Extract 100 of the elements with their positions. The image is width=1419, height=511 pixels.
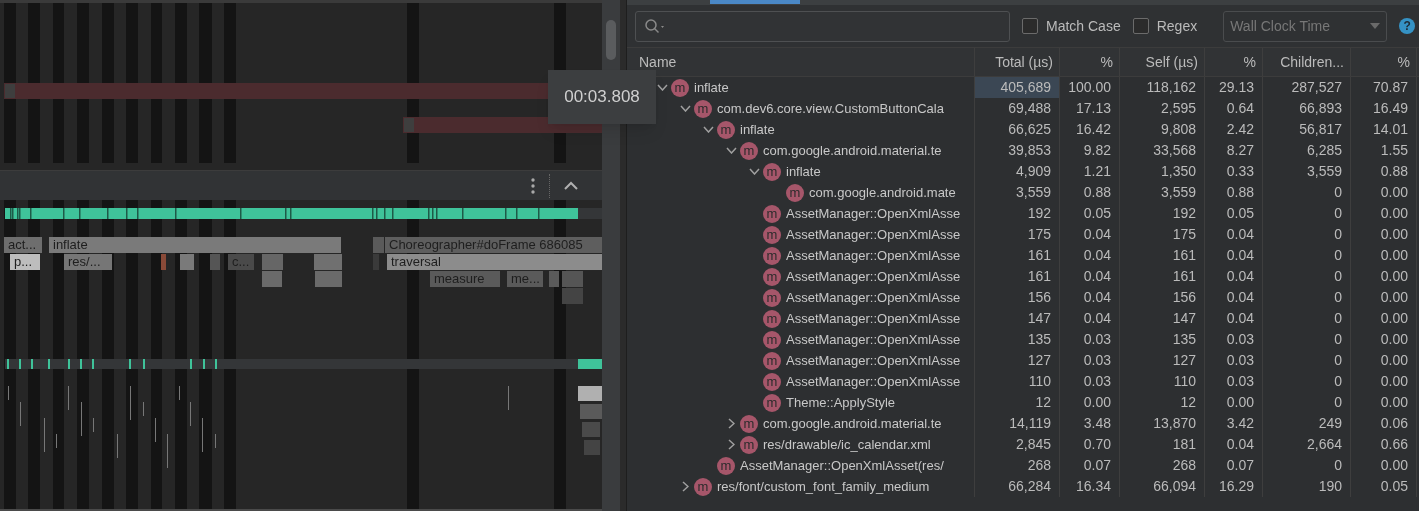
method-name: Theme::ApplyStyle — [786, 394, 896, 412]
table-cell: 0.00 — [1351, 245, 1417, 266]
table-cell: 249 — [1263, 413, 1351, 434]
table-cell: 192 — [1120, 203, 1205, 224]
table-cell: 0.05 — [1060, 203, 1120, 224]
table-cell: 287,527 — [1263, 77, 1351, 98]
method-icon: m — [763, 162, 781, 181]
table-cell: 0 — [1263, 392, 1351, 413]
method-icon: m — [763, 246, 781, 265]
table-cell: 0.05 — [1205, 203, 1263, 224]
table-cell: 16.29 — [1205, 476, 1263, 497]
table-cell: 2,664 — [1263, 434, 1351, 455]
method-icon: m — [763, 288, 781, 307]
table-cell: 147 — [1120, 308, 1205, 329]
table-cell: 175 — [1120, 224, 1205, 245]
method-name: com.google.android.material.te — [763, 415, 942, 433]
table-cell: 156 — [975, 287, 1060, 308]
table-cell: 0 — [1263, 350, 1351, 371]
method-name: AssetManager::OpenXmlAsse — [786, 268, 961, 286]
method-icon: m — [786, 183, 804, 202]
method-icon: m — [671, 78, 689, 97]
method-name: AssetManager::OpenXmlAsse — [786, 226, 961, 244]
table-cell: 3.48 — [1060, 413, 1120, 434]
method-name: com.google.android.material.te — [763, 142, 942, 160]
table-cell: 33,568 — [1120, 140, 1205, 161]
trace-slice[interactable]: inflate — [49, 237, 341, 253]
method-name: com.dev6.core.view.CustomButtonCala — [717, 100, 944, 118]
table-cell: 2,845 — [975, 434, 1060, 455]
table-cell: 0.04 — [1205, 224, 1263, 245]
table-cell: 0.03 — [1060, 329, 1120, 350]
trace-slice[interactable]: traversal — [387, 254, 602, 270]
trace-slice[interactable]: Choreographer#doFrame 686085 — [385, 237, 602, 253]
table-cell: 100.00 — [1060, 77, 1120, 98]
method-icon: m — [763, 372, 781, 391]
table-cell: 0.00 — [1351, 308, 1417, 329]
method-name: AssetManager::OpenXmlAsse — [786, 310, 961, 328]
trace-slice[interactable]: p... — [10, 254, 40, 270]
method-icon: m — [694, 99, 712, 118]
table-cell: 135 — [1120, 329, 1205, 350]
table-cell: 161 — [975, 266, 1060, 287]
method-name: AssetManager::OpenXmlAsse — [786, 331, 961, 349]
column-header[interactable]: Total (µs) — [975, 48, 1060, 76]
method-name: AssetManager::OpenXmlAsse — [786, 247, 961, 265]
table-cell: 3,559 — [1120, 182, 1205, 203]
table-cell: 0 — [1263, 224, 1351, 245]
help-button[interactable]: ? — [1399, 18, 1416, 34]
table-cell: 156 — [1120, 287, 1205, 308]
table-cell: 0.03 — [1205, 350, 1263, 371]
table-cell: 66,284 — [975, 476, 1060, 497]
column-header[interactable]: % — [1351, 48, 1417, 76]
method-name: inflate — [786, 163, 821, 181]
method-icon: m — [740, 414, 758, 433]
method-icon: m — [717, 456, 735, 475]
table-cell: 0 — [1263, 182, 1351, 203]
table-cell: 0 — [1263, 245, 1351, 266]
table-cell: 13,870 — [1120, 413, 1205, 434]
table-cell: 14.01 — [1351, 119, 1417, 140]
table-cell: 0.88 — [1351, 161, 1417, 182]
table-cell: 0.04 — [1060, 245, 1120, 266]
table-cell: 0.06 — [1351, 413, 1417, 434]
method-icon: m — [763, 309, 781, 328]
trace-slice[interactable]: res/... — [64, 254, 112, 270]
column-header[interactable]: % — [1060, 48, 1120, 76]
method-icon: m — [763, 204, 781, 223]
table-cell: 0.00 — [1351, 455, 1417, 476]
method-name: com.google.android.mate — [809, 184, 956, 202]
table-cell: 0.33 — [1205, 161, 1263, 182]
table-cell: 29.13 — [1205, 77, 1263, 98]
table-cell: 0.04 — [1205, 266, 1263, 287]
table-cell: 0.00 — [1351, 329, 1417, 350]
table-cell: 69,488 — [975, 98, 1060, 119]
table-cell: 12 — [1120, 392, 1205, 413]
table-cell: 2,595 — [1120, 98, 1205, 119]
method-name: res/font/custom_font_family_medium — [717, 478, 930, 496]
table-cell: 39,853 — [975, 140, 1060, 161]
column-header[interactable]: % — [1205, 48, 1263, 76]
table-cell: 0.00 — [1351, 224, 1417, 245]
table-cell: 17.13 — [1060, 98, 1120, 119]
table-cell: 66,094 — [1120, 476, 1205, 497]
trace-slice[interactable]: act... — [4, 237, 42, 253]
table-cell: 268 — [975, 455, 1060, 476]
table-cell: 0.05 — [1351, 476, 1417, 497]
column-header[interactable]: Children... — [1263, 48, 1351, 76]
checkbox-label: Match Case — [1046, 16, 1121, 36]
table-cell: 0.04 — [1060, 224, 1120, 245]
table-cell: 127 — [1120, 350, 1205, 371]
table-cell: 2.42 — [1205, 119, 1263, 140]
table-cell: 0 — [1263, 203, 1351, 224]
table-cell: 3,559 — [975, 182, 1060, 203]
table-cell: 0.03 — [1205, 371, 1263, 392]
table-cell: 1.55 — [1351, 140, 1417, 161]
column-header[interactable]: Self (µs) — [1120, 48, 1205, 76]
table-cell: 0 — [1263, 287, 1351, 308]
method-name: AssetManager::OpenXmlAsset(res/ — [740, 457, 944, 475]
method-icon: m — [763, 351, 781, 370]
table-cell: 118,162 — [1120, 77, 1205, 98]
table-cell: 16.34 — [1060, 476, 1120, 497]
table-cell: 127 — [975, 350, 1060, 371]
table-cell: 0.00 — [1205, 392, 1263, 413]
table-cell: 110 — [1120, 371, 1205, 392]
